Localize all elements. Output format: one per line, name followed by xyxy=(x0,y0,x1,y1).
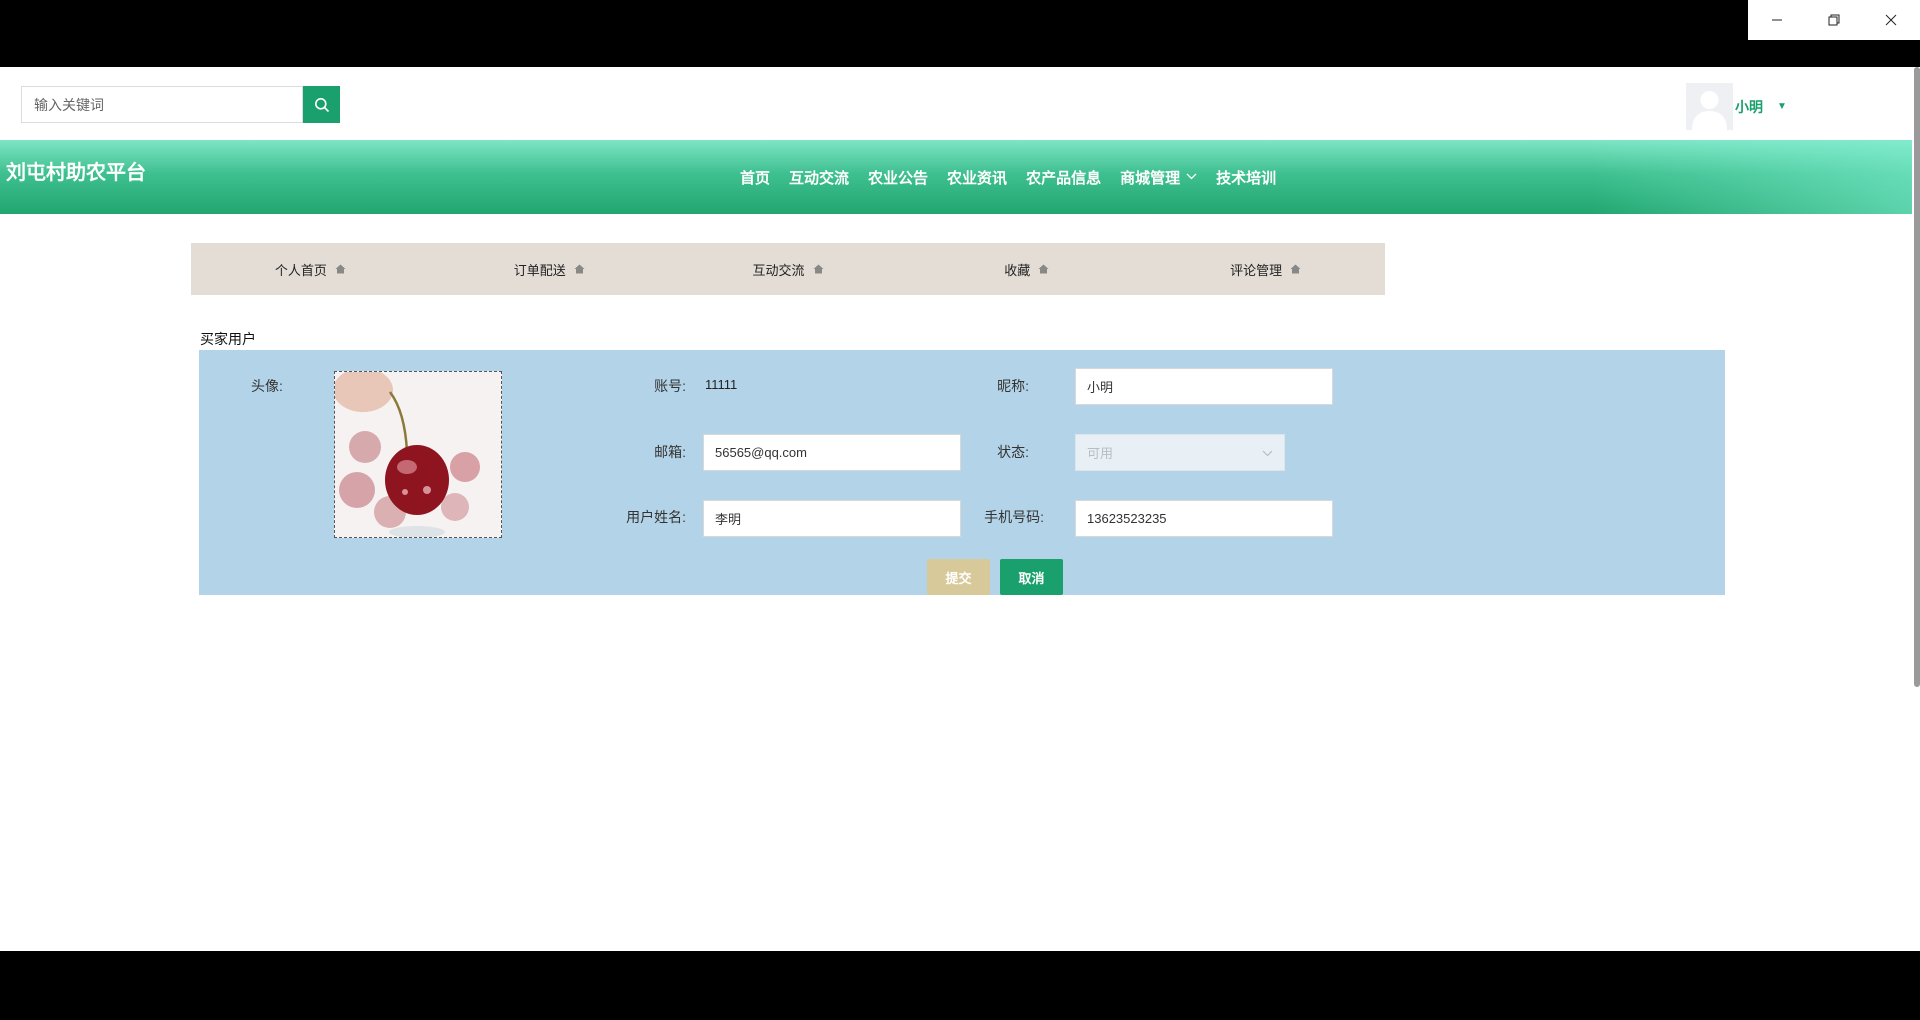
status-label: 状态: xyxy=(997,444,1029,460)
section-title: 买家用户 xyxy=(200,331,256,347)
home-icon xyxy=(574,264,585,274)
cancel-button[interactable]: 取消 xyxy=(1000,559,1063,595)
nav-menu: 首页 互动交流 农业公告 农业资讯 农产品信息 商城管理 技术培训 xyxy=(740,140,1295,214)
realname-label: 用户姓名: xyxy=(626,509,686,525)
search-bar xyxy=(21,86,340,123)
account-label: 账号: xyxy=(654,378,686,394)
user-menu[interactable]: 小明 ▼ xyxy=(1686,83,1787,130)
nav-item-announcement[interactable]: 农业公告 xyxy=(868,167,928,188)
account-value: 11111 xyxy=(705,377,738,392)
user-form: 头像: 账号: 11111 昵称: 小明 邮箱: 56565@qq.com 状态… xyxy=(199,350,1725,595)
nav-item-interaction[interactable]: 互动交流 xyxy=(789,167,849,188)
submit-button[interactable]: 提交 xyxy=(927,559,990,595)
status-select-value: 可用 xyxy=(1087,446,1114,461)
home-icon xyxy=(335,264,346,274)
subnav-item-orders[interactable]: 订单配送 xyxy=(430,243,669,295)
scrollbar[interactable] xyxy=(1914,67,1920,687)
nav-item-news[interactable]: 农业资讯 xyxy=(947,167,1007,188)
site-brand[interactable]: 刘屯村助农平台 xyxy=(6,156,146,185)
phone-label: 手机号码: xyxy=(984,509,1044,525)
email-field[interactable]: 56565@qq.com xyxy=(703,434,961,471)
minimize-icon[interactable] xyxy=(1748,0,1805,40)
search-icon xyxy=(314,97,329,112)
subnav-item-comments[interactable]: 评论管理 xyxy=(1146,243,1385,295)
caret-down-icon[interactable]: ▼ xyxy=(1777,101,1787,112)
main-navbar: 刘屯村助农平台 首页 互动交流 农业公告 农业资讯 农产品信息 商城管理 技术培… xyxy=(0,140,1912,214)
nickname-field[interactable]: 小明 xyxy=(1075,368,1333,405)
window-titlebar xyxy=(0,0,1920,67)
subnav-item-label: 互动交流 xyxy=(752,262,805,278)
cherry-image xyxy=(335,372,501,537)
window-controls xyxy=(1748,0,1920,40)
personal-subnav: 个人首页 订单配送 互动交流 收藏 评论管理 xyxy=(191,243,1385,295)
home-icon xyxy=(1038,264,1049,274)
search-button[interactable] xyxy=(303,86,340,123)
subnav-item-label: 订单配送 xyxy=(513,262,566,278)
avatar-label: 头像: xyxy=(251,378,283,394)
email-label: 邮箱: xyxy=(654,444,686,460)
taskbar xyxy=(0,951,1920,1020)
subnav-item-interaction[interactable]: 互动交流 xyxy=(669,243,908,295)
chevron-down-icon xyxy=(1186,171,1197,183)
chevron-down-icon xyxy=(1262,445,1273,460)
nav-item-training[interactable]: 技术培训 xyxy=(1216,167,1276,188)
nickname-label: 昵称: xyxy=(997,378,1029,394)
subnav-item-favorites[interactable]: 收藏 xyxy=(907,243,1146,295)
subnav-item-profile[interactable]: 个人首页 xyxy=(191,243,430,295)
phone-field[interactable]: 13623523235 xyxy=(1075,500,1333,537)
search-input[interactable] xyxy=(21,86,303,123)
home-icon xyxy=(813,264,824,274)
subnav-item-label: 个人首页 xyxy=(274,262,327,278)
subnav-item-label: 收藏 xyxy=(1004,262,1031,278)
top-bar: 小明 ▼ xyxy=(0,67,1912,139)
page: 小明 ▼ 刘屯村助农平台 首页 互动交流 农业公告 农业资讯 农产品信息 商城管… xyxy=(0,67,1920,951)
username[interactable]: 小明 xyxy=(1735,97,1763,117)
realname-field[interactable]: 李明 xyxy=(703,500,961,537)
nav-item-products[interactable]: 农产品信息 xyxy=(1026,167,1101,188)
avatar-upload[interactable] xyxy=(334,371,502,538)
nav-item-mall-label: 商城管理 xyxy=(1120,169,1181,187)
home-icon xyxy=(1290,264,1301,274)
nav-item-mall[interactable]: 商城管理 xyxy=(1120,167,1197,188)
subnav-item-label: 评论管理 xyxy=(1230,262,1283,278)
nav-item-home[interactable]: 首页 xyxy=(740,167,770,188)
restore-icon[interactable] xyxy=(1805,0,1862,40)
status-select[interactable]: 可用 xyxy=(1075,434,1285,471)
avatar xyxy=(1686,83,1733,130)
close-icon[interactable] xyxy=(1862,0,1919,40)
